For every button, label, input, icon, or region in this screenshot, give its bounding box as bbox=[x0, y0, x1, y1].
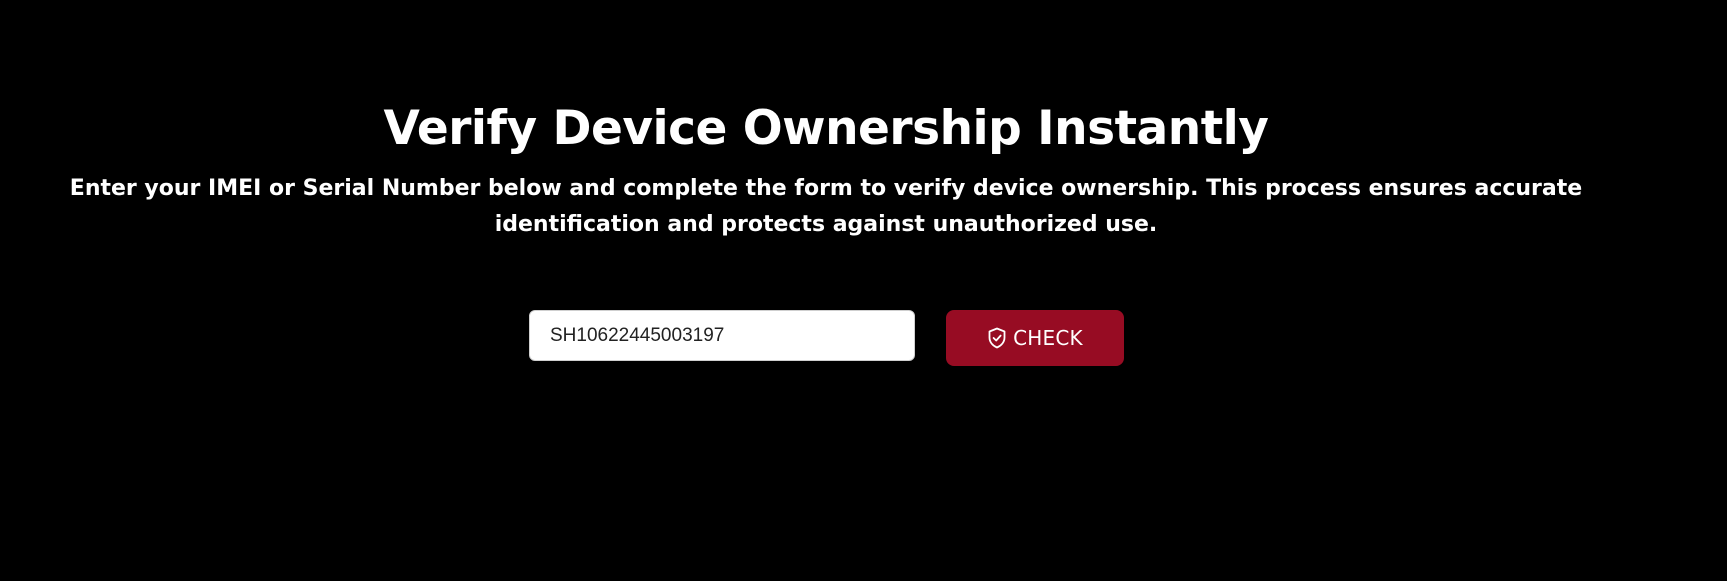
imei-serial-input[interactable] bbox=[529, 310, 915, 361]
check-button[interactable]: CHECK bbox=[946, 310, 1124, 366]
verify-hero-section: Verify Device Ownership Instantly Enter … bbox=[0, 0, 1727, 581]
check-button-label: CHECK bbox=[1013, 326, 1083, 350]
page-title: Verify Device Ownership Instantly bbox=[383, 101, 1269, 156]
shield-check-icon bbox=[987, 327, 1007, 349]
page-subtitle: Enter your IMEI or Serial Number below a… bbox=[69, 176, 1583, 237]
